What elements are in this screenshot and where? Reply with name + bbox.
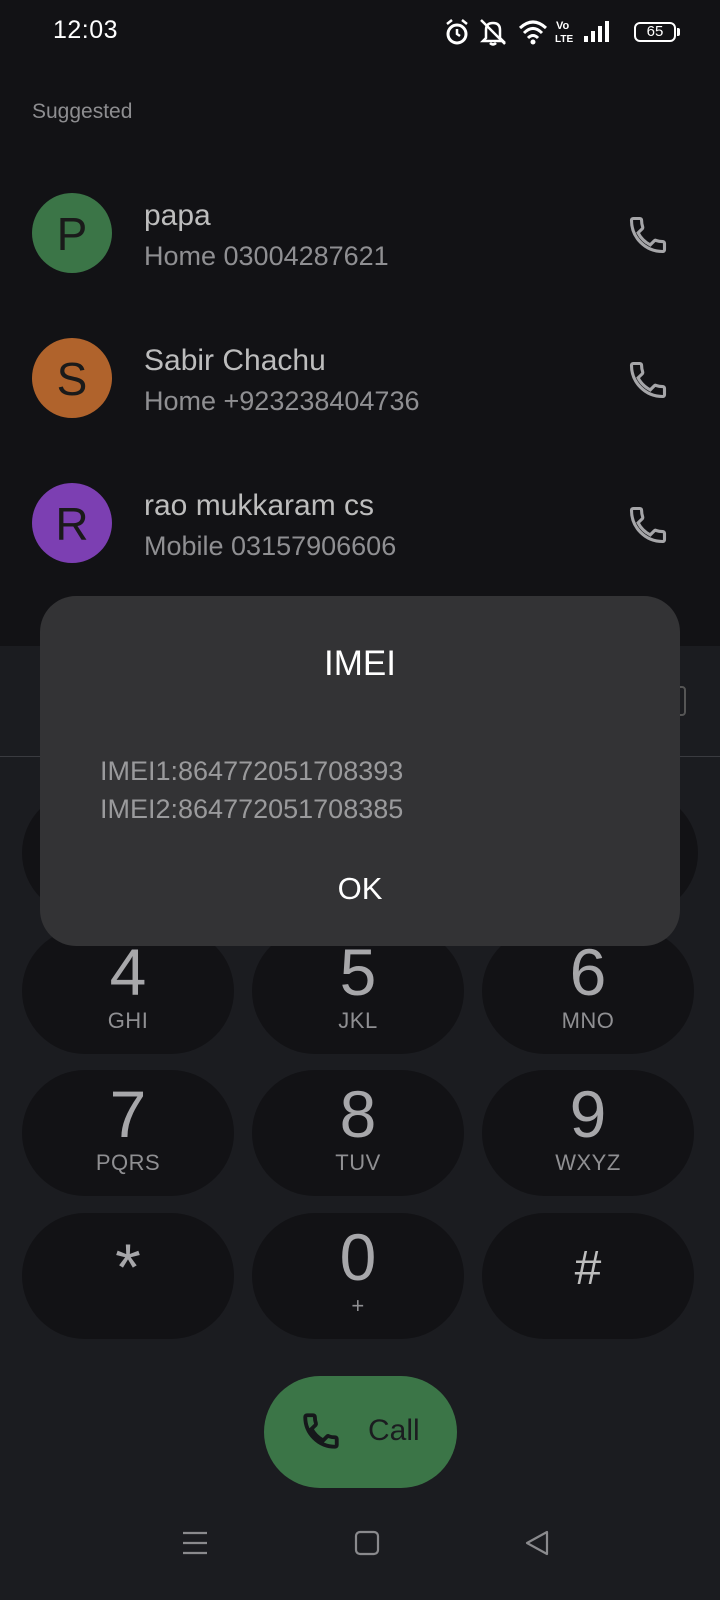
alarm-icon: [446, 19, 468, 45]
key-digit: 7: [109, 1077, 147, 1151]
key-digit: #: [574, 1242, 602, 1295]
call-label: Call: [368, 1414, 420, 1447]
avatar: R: [32, 483, 112, 563]
bell-muted-icon: [479, 19, 507, 46]
battery-level: 65: [646, 23, 664, 40]
key-letters: TUV: [335, 1150, 381, 1175]
back-icon[interactable]: [522, 1528, 552, 1558]
dial-key-star[interactable]: *: [22, 1213, 234, 1339]
contact-name: Sabir Chachu: [144, 344, 326, 377]
wifi-icon: [518, 20, 548, 45]
contact-item[interactable]: S Sabir Chachu Home +923238404736: [0, 338, 720, 458]
key-letters: MNO: [561, 1008, 615, 1033]
key-letters: GHI: [107, 1008, 149, 1033]
key-letters: JKL: [338, 1008, 378, 1033]
key-digit: 6: [569, 935, 607, 1009]
key-letters: WXYZ: [555, 1150, 621, 1175]
signal-icon: [584, 21, 609, 42]
contact-name: papa: [144, 199, 211, 232]
key-digit: *: [115, 1230, 141, 1304]
contact-detail: Mobile 03157906606: [144, 531, 397, 561]
key-digit: 0: [339, 1220, 377, 1294]
volte-bottom-text: LTE: [555, 34, 573, 45]
volte-icon: Vo LTE: [555, 20, 573, 45]
phone-icon[interactable]: [626, 503, 670, 547]
avatar: S: [32, 338, 112, 418]
phone-icon: [303, 1413, 339, 1449]
ok-button[interactable]: OK: [310, 864, 410, 914]
contact-name: rao mukkaram cs: [144, 489, 375, 522]
suggested-title: Suggested: [32, 100, 133, 123]
key-digit: 5: [339, 935, 377, 1009]
dial-key-0[interactable]: 0 +: [252, 1213, 464, 1339]
dial-key-8[interactable]: 8 TUV: [252, 1070, 464, 1196]
status-time: 12:03: [53, 16, 119, 44]
dial-key-hash[interactable]: #: [482, 1213, 694, 1339]
imei2-text: IMEI2:864772051708385: [100, 794, 404, 824]
phone-icon[interactable]: [626, 213, 670, 257]
battery-icon: 65: [634, 22, 680, 42]
contact-item[interactable]: P papa Home 03004287621: [0, 193, 720, 313]
key-digit: 8: [339, 1077, 377, 1151]
key-letters: +: [351, 1293, 365, 1318]
dialog-title: IMEI: [324, 644, 396, 683]
dial-key-7[interactable]: 7 PQRS: [22, 1070, 234, 1196]
volte-top-text: Vo: [556, 20, 570, 32]
status-bar: 12:03 Vo LTE 65: [0, 0, 720, 64]
call-button[interactable]: Call: [264, 1376, 457, 1488]
dial-key-6[interactable]: 6 MNO: [482, 928, 694, 1054]
home-icon[interactable]: [352, 1528, 382, 1558]
dial-key-5[interactable]: 5 JKL: [252, 928, 464, 1054]
key-digit: 4: [109, 935, 147, 1009]
dial-key-9[interactable]: 9 WXYZ: [482, 1070, 694, 1196]
imei1-text: IMEI1:864772051708393: [100, 756, 404, 786]
dial-key-4[interactable]: 4 GHI: [22, 928, 234, 1054]
avatar: P: [32, 193, 112, 273]
contact-detail: Home 03004287621: [144, 241, 389, 271]
menu-icon[interactable]: [180, 1528, 210, 1558]
contact-detail: Home +923238404736: [144, 386, 420, 416]
key-digit: 9: [569, 1077, 607, 1151]
contact-item[interactable]: R rao mukkaram cs Mobile 03157906606: [0, 483, 720, 603]
key-letters: PQRS: [95, 1150, 161, 1175]
phone-icon[interactable]: [626, 358, 670, 402]
imei-dialog: IMEI IMEI1:864772051708393 IMEI2:8647720…: [40, 596, 680, 946]
